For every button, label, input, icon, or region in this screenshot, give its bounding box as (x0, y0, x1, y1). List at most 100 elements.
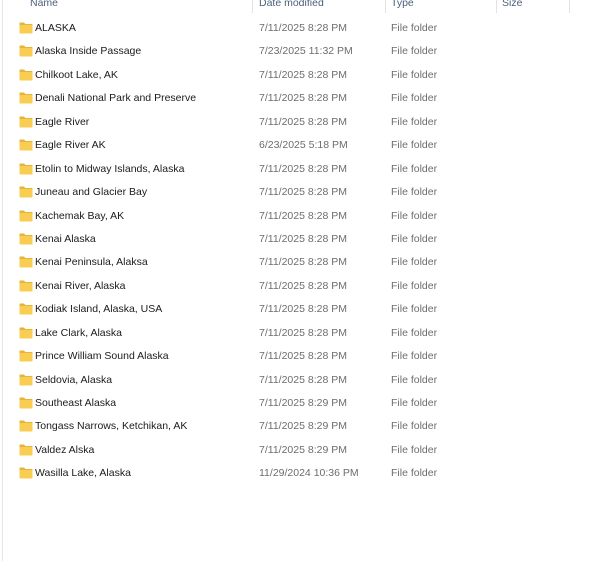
folder-icon (19, 303, 33, 315)
column-header-size[interactable]: Size (502, 0, 522, 14)
file-row[interactable]: Prince William Sound Alaska 7/11/2025 8:… (0, 345, 600, 368)
file-date-modified: 7/11/2025 8:28 PM (259, 326, 347, 339)
file-date-modified: 7/11/2025 8:28 PM (259, 373, 347, 386)
column-header-bar: Name Date modified Type Size (0, 0, 600, 14)
folder-icon (19, 92, 33, 104)
file-type: File folder (391, 256, 438, 269)
file-type: File folder (391, 139, 438, 152)
file-name: Kenai Alaska (35, 232, 96, 245)
file-row[interactable]: Kenai River, Alaska 7/11/2025 8:28 PM Fi… (0, 275, 600, 298)
file-name: Eagle River AK (35, 139, 106, 152)
file-row[interactable]: Juneau and Glacier Bay 7/11/2025 8:28 PM… (0, 181, 600, 204)
column-resize-handle[interactable] (252, 0, 253, 13)
file-row[interactable]: Etolin to Midway Islands, Alaska 7/11/20… (0, 158, 600, 181)
file-type: File folder (391, 326, 438, 339)
file-row[interactable]: Southeast Alaska 7/11/2025 8:29 PM File … (0, 392, 600, 415)
file-name: Lake Clark, Alaska (35, 326, 122, 339)
file-date-modified: 7/11/2025 8:28 PM (259, 209, 347, 222)
file-row[interactable]: Eagle River AK 6/23/2025 5:18 PM File fo… (0, 134, 600, 157)
file-row[interactable]: Eagle River 7/11/2025 8:28 PM File folde… (0, 111, 600, 134)
folder-icon (19, 116, 33, 128)
file-name: Juneau and Glacier Bay (35, 186, 148, 199)
file-date-modified: 7/23/2025 11:32 PM (259, 45, 353, 58)
file-row[interactable]: Denali National Park and Preserve 7/11/2… (0, 87, 600, 110)
file-row[interactable]: Tongass Narrows, Ketchikan, AK 7/11/2025… (0, 415, 600, 438)
file-row[interactable]: Valdez Alska 7/11/2025 8:29 PM File fold… (0, 439, 600, 462)
file-type: File folder (391, 162, 438, 175)
file-type: File folder (391, 45, 438, 58)
folder-icon (19, 467, 33, 479)
folder-icon (19, 374, 33, 386)
file-name: Valdez Alska (35, 443, 95, 456)
file-type: File folder (391, 186, 438, 199)
folder-icon (19, 45, 33, 57)
file-type: File folder (391, 373, 438, 386)
file-type: File folder (391, 350, 438, 363)
file-date-modified: 7/11/2025 8:28 PM (259, 186, 347, 199)
file-date-modified: 7/11/2025 8:28 PM (259, 115, 347, 128)
folder-icon (19, 210, 33, 221)
file-type: File folder (391, 420, 438, 433)
folder-icon (19, 69, 33, 81)
file-date-modified: 7/11/2025 8:28 PM (259, 303, 347, 316)
file-row[interactable]: Lake Clark, Alaska 7/11/2025 8:28 PM Fil… (0, 322, 600, 345)
folder-icon (19, 444, 33, 456)
file-name: Prince William Sound Alaska (35, 350, 169, 363)
file-date-modified: 6/23/2025 5:18 PM (259, 139, 348, 152)
folder-icon (19, 139, 33, 151)
file-type: File folder (391, 303, 438, 316)
file-date-modified: 7/11/2025 8:28 PM (259, 350, 347, 363)
column-header-type[interactable]: Type (391, 0, 414, 14)
file-name: Kenai Peninsula, Alaksa (35, 256, 148, 269)
file-name: Tongass Narrows, Ketchikan, AK (35, 420, 188, 433)
column-header-date-modified[interactable]: Date modified (259, 0, 324, 14)
file-rows: ALASKA 7/11/2025 8:28 PM File folder Ala… (0, 17, 600, 486)
file-type: File folder (391, 22, 438, 34)
file-name: Kachemak Bay, AK (35, 209, 125, 222)
column-resize-handle[interactable] (385, 0, 386, 13)
file-row[interactable]: Kenai Peninsula, Alaksa 7/11/2025 8:28 P… (0, 251, 600, 274)
file-list-pane: Name Date modified Type Size ALASKA 7/11… (0, 0, 600, 561)
file-row[interactable]: Kenai Alaska 7/11/2025 8:28 PM File fold… (0, 228, 600, 251)
file-date-modified: 7/11/2025 8:29 PM (259, 443, 347, 456)
folder-icon (19, 327, 33, 339)
folder-icon (19, 420, 33, 432)
file-type: File folder (391, 68, 438, 81)
file-row[interactable]: Seldovia, Alaska 7/11/2025 8:28 PM File … (0, 369, 600, 392)
file-type: File folder (391, 92, 438, 105)
file-date-modified: 7/11/2025 8:28 PM (259, 256, 347, 269)
file-date-modified: 7/11/2025 8:28 PM (259, 232, 347, 245)
file-row[interactable]: Wasilla Lake, Alaska 11/29/2024 10:36 PM… (0, 462, 600, 485)
folder-icon (19, 256, 33, 268)
file-name: Seldovia, Alaska (35, 373, 113, 386)
file-type: File folder (391, 397, 438, 409)
file-name: Eagle River (35, 115, 90, 128)
file-type: File folder (391, 467, 438, 480)
file-date-modified: 7/11/2025 8:29 PM (259, 420, 347, 433)
folder-icon (19, 350, 33, 362)
file-type: File folder (391, 279, 438, 292)
column-header-name[interactable]: Name (30, 0, 58, 14)
file-type: File folder (391, 115, 438, 128)
file-name: Southeast Alaska (35, 397, 117, 409)
folder-icon (19, 22, 33, 34)
file-row[interactable]: ALASKA 7/11/2025 8:28 PM File folder (0, 17, 600, 40)
file-row[interactable]: Kodiak Island, Alaska, USA 7/11/2025 8:2… (0, 298, 600, 321)
file-type: File folder (391, 232, 438, 245)
file-date-modified: 11/29/2024 10:36 PM (259, 467, 359, 480)
column-resize-handle[interactable] (496, 0, 497, 13)
file-row[interactable]: Chilkoot Lake, AK 7/11/2025 8:28 PM File… (0, 64, 600, 87)
file-row[interactable]: Alaska Inside Passage 7/23/2025 11:32 PM… (0, 40, 600, 63)
file-date-modified: 7/11/2025 8:29 PM (259, 397, 347, 409)
file-row[interactable]: Kachemak Bay, AK 7/11/2025 8:28 PM File … (0, 205, 600, 228)
file-name: ALASKA (35, 22, 76, 34)
file-date-modified: 7/11/2025 8:28 PM (259, 279, 347, 292)
file-name: Kenai River, Alaska (35, 279, 126, 292)
folder-icon (19, 397, 33, 409)
file-name: Etolin to Midway Islands, Alaska (35, 162, 185, 175)
file-date-modified: 7/11/2025 8:28 PM (259, 162, 347, 175)
file-type: File folder (391, 209, 438, 222)
column-resize-handle[interactable] (569, 0, 570, 13)
file-date-modified: 7/11/2025 8:28 PM (259, 92, 347, 105)
file-name: Kodiak Island, Alaska, USA (35, 303, 163, 316)
